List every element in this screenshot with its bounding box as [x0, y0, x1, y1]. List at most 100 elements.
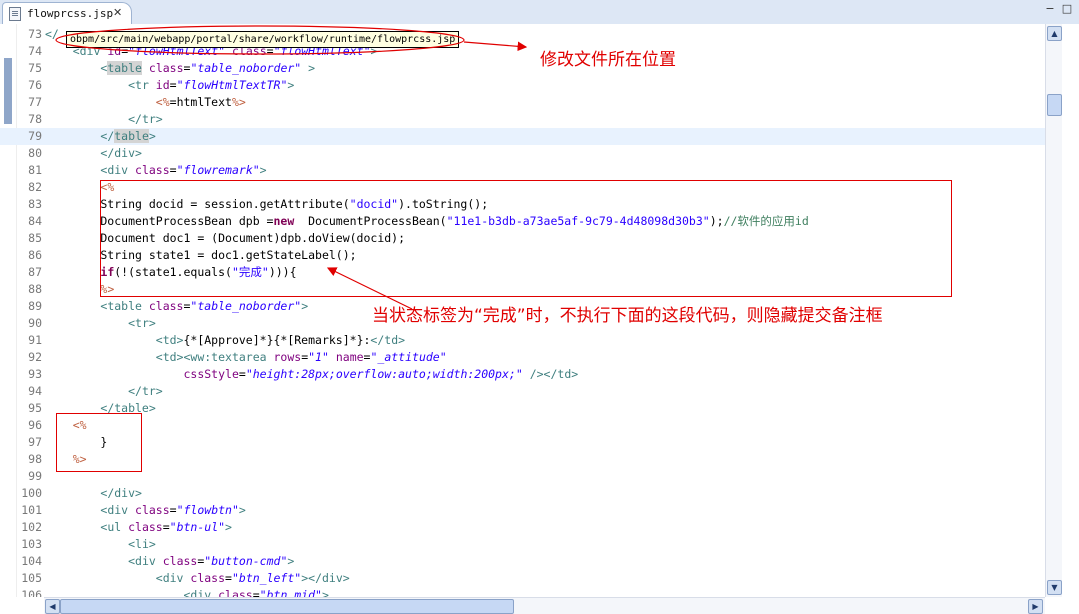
- vertical-scrollbar[interactable]: ▲ ▼: [1045, 24, 1062, 597]
- code-token: class: [190, 571, 226, 585]
- code-text: </tr>: [45, 111, 163, 128]
- code-token: >: [287, 78, 295, 92]
- code-token: cssStyle: [183, 367, 239, 381]
- line-number: 75: [28, 61, 42, 75]
- code-line[interactable]: 92 <td><ww:textarea rows="1" name="_atti…: [0, 349, 1045, 366]
- code-token: ></div>: [301, 571, 350, 585]
- overview-ruler: [1062, 24, 1079, 597]
- code-token: "button-cmd": [204, 554, 288, 568]
- code-line[interactable]: 95 </table>: [0, 400, 1045, 417]
- code-token: %>: [231, 95, 246, 109]
- code-line[interactable]: 97 }: [0, 434, 1045, 451]
- code-line[interactable]: 103 <li>: [0, 536, 1045, 553]
- file-location-annotation: 修改文件所在位置: [540, 50, 676, 70]
- code-text: </div>: [45, 485, 142, 502]
- line-number: 76: [28, 78, 42, 92]
- line-number: 89: [28, 299, 42, 313]
- jsp-condition-highlight-box: [100, 180, 952, 297]
- editor-tab-flowprcss[interactable]: flowprcss.jsp ✕: [2, 2, 132, 25]
- code-text: cssStyle="height:28px;overflow:auto;widt…: [45, 366, 578, 383]
- code-line[interactable]: 77 <%=htmlText%>: [0, 94, 1045, 111]
- minimize-icon[interactable]: −: [1043, 2, 1057, 16]
- code-line[interactable]: 105 <div class="btn_left"></div>: [0, 570, 1045, 587]
- code-token: =htmlText: [169, 95, 232, 109]
- code-text: <table class="table_noborder" >: [45, 60, 315, 77]
- scroll-right-icon[interactable]: ▶: [1028, 599, 1043, 614]
- code-token: =: [238, 367, 246, 381]
- maximize-icon[interactable]: □: [1060, 2, 1074, 16]
- line-number: 96: [28, 418, 42, 432]
- code-line[interactable]: 80 </div>: [0, 145, 1045, 162]
- code-line[interactable]: 91 <td>{*[Approve]*}{*[Remarks]*}:</td>: [0, 332, 1045, 349]
- code-line[interactable]: 104 <div class="button-cmd">: [0, 553, 1045, 570]
- scroll-left-icon[interactable]: ◀: [45, 599, 60, 614]
- line-number: 95: [28, 401, 42, 415]
- code-line[interactable]: 81 <div class="flowremark">: [0, 162, 1045, 179]
- code-line[interactable]: 102 <ul class="btn-ul">: [0, 519, 1045, 536]
- code-text: <div class="btn_left"></div>: [45, 570, 350, 587]
- line-number: 106: [21, 588, 42, 597]
- code-line[interactable]: 99: [0, 468, 1045, 485]
- code-token: "1": [308, 350, 329, 364]
- code-token: /></td>: [529, 367, 579, 381]
- code-token: </: [100, 129, 115, 143]
- code-text: <div class="flowremark">: [45, 162, 266, 179]
- code-token: table: [107, 61, 142, 75]
- code-token: "height:28px;overflow:auto;width:200px;": [245, 367, 523, 381]
- code-text: <table class="table_noborder">: [45, 298, 308, 315]
- code-text: </div>: [45, 145, 142, 162]
- code-line[interactable]: 101 <div class="flowbtn">: [0, 502, 1045, 519]
- code-line[interactable]: 76 <tr id="flowHtmlTextTR">: [0, 77, 1045, 94]
- line-number: 105: [21, 571, 42, 585]
- code-line[interactable]: 75 <table class="table_noborder" >: [0, 60, 1045, 77]
- code-token: "table_noborder": [190, 61, 302, 75]
- code-token: =: [169, 163, 177, 177]
- code-line[interactable]: 100 </div>: [0, 485, 1045, 502]
- code-token: </div>: [100, 146, 142, 160]
- code-token: <tr>: [128, 316, 156, 330]
- scroll-down-icon[interactable]: ▼: [1047, 580, 1062, 595]
- horizontal-scrollbar[interactable]: ◀ ▶: [44, 597, 1045, 614]
- line-number: 74: [28, 44, 42, 58]
- code-token: <%: [155, 95, 170, 109]
- code-token: <div: [128, 554, 163, 568]
- scroll-up-icon[interactable]: ▲: [1047, 26, 1062, 41]
- code-line[interactable]: 94 </tr>: [0, 383, 1045, 400]
- code-line[interactable]: 96 <%: [0, 417, 1045, 434]
- editor-tab-bar: flowprcss.jsp ✕ − □: [0, 0, 1079, 25]
- code-text: <td>{*[Approve]*}{*[Remarks]*}:</td>: [45, 332, 405, 349]
- code-token: <tr: [128, 78, 156, 92]
- code-text: <div class="btn_mid">: [45, 587, 328, 597]
- line-number: 99: [28, 469, 42, 483]
- code-line[interactable]: 106 <div class="btn_mid">: [0, 587, 1045, 597]
- code-line[interactable]: 78 </tr>: [0, 111, 1045, 128]
- code-token: class: [135, 503, 170, 517]
- code-token: =: [225, 571, 232, 585]
- horizontal-scroll-thumb[interactable]: [60, 599, 514, 614]
- code-line[interactable]: 79 </table>: [0, 128, 1045, 145]
- code-line[interactable]: 98 %>: [0, 451, 1045, 468]
- code-line[interactable]: 93 cssStyle="height:28px;overflow:auto;w…: [0, 366, 1045, 383]
- code-text: </tr>: [45, 383, 163, 400]
- close-tab-icon[interactable]: ✕: [113, 6, 122, 19]
- code-token: </td>: [370, 333, 406, 347]
- code-token: "btn_left": [231, 571, 302, 585]
- code-token: </div>: [100, 486, 142, 500]
- code-token: table: [114, 129, 149, 143]
- code-text: <div class="button-cmd">: [45, 553, 294, 570]
- line-number: 78: [28, 112, 42, 126]
- line-number: 97: [28, 435, 42, 449]
- vertical-scroll-thumb[interactable]: [1047, 94, 1062, 116]
